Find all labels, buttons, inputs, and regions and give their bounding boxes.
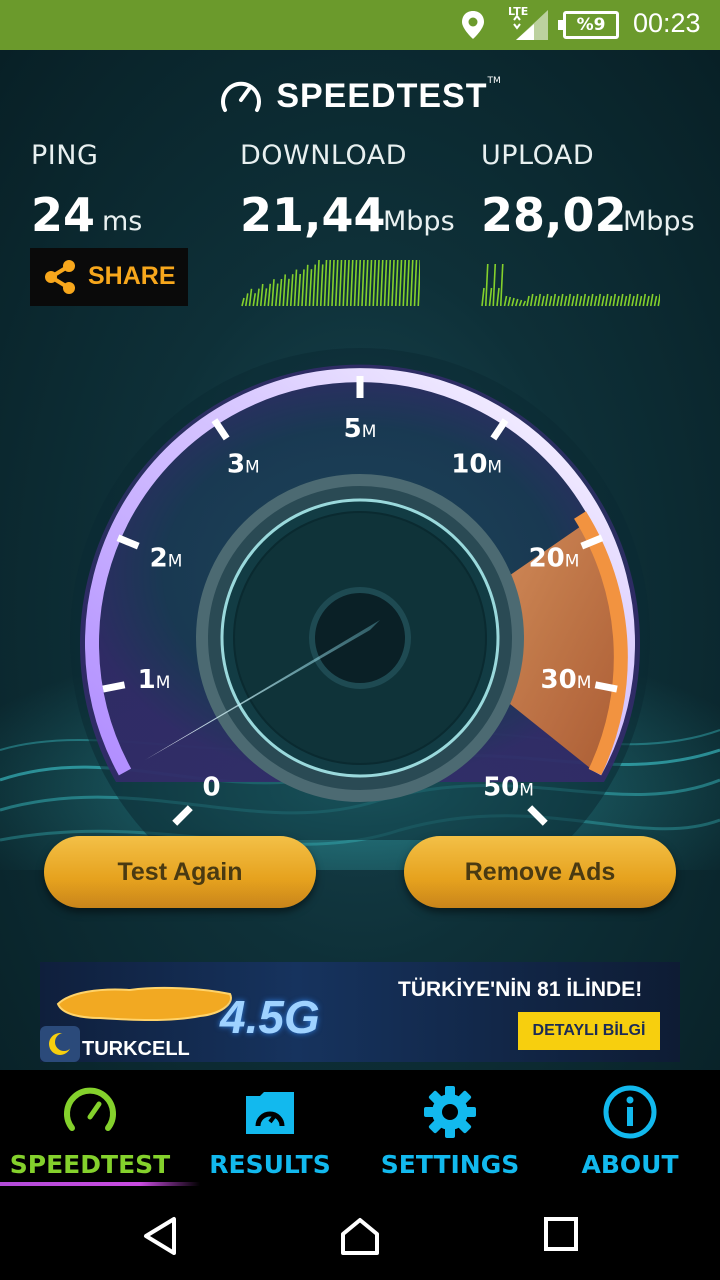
info-icon [603, 1085, 657, 1139]
home-icon[interactable] [340, 1216, 380, 1256]
speedtest-main: SPEEDTESTTM PING 24 ms DOWNLOAD 21,44 Mb… [0, 50, 720, 1070]
upload-label: UPLOAD [481, 140, 595, 171]
product-name: 4.5G [220, 991, 320, 1043]
tab-label: ABOUT [581, 1150, 679, 1179]
tab-settings[interactable]: SETTINGS [360, 1070, 540, 1186]
share-button[interactable]: SHARE [30, 248, 188, 306]
battery-level: %9 [576, 15, 606, 35]
ping-value: 24 [31, 188, 96, 242]
ping-label: PING [31, 140, 99, 171]
speedometer-logo-icon [221, 81, 262, 112]
tab-speedtest[interactable]: SPEEDTEST [0, 1070, 180, 1186]
upload-value: 28,02 [481, 188, 627, 242]
gear-icon [424, 1086, 476, 1138]
ad-banner[interactable]: 4.5G TÜRKİYE'NİN 81 İLİNDE! DETAYLI BİLG… [40, 962, 680, 1062]
gauge-tick [594, 681, 618, 693]
trademark: TM [487, 76, 501, 86]
battery-icon: %9 [558, 11, 619, 39]
system-navigation-bar [0, 1186, 720, 1280]
recents-icon[interactable] [543, 1216, 579, 1252]
ad-brand: TURKCELL [82, 1038, 190, 1060]
ad-cta-button[interactable]: DETAYLI BİLGİ [518, 1012, 660, 1050]
upload-sparkline [481, 263, 660, 307]
tab-results[interactable]: RESULTS [180, 1070, 360, 1186]
back-icon[interactable] [142, 1216, 178, 1256]
brand-name: SPEEDTEST [276, 76, 488, 115]
bottom-nav: SPEEDTEST RESULTS SETTINGS ABOUT [0, 1070, 720, 1186]
results-folder-icon [246, 1092, 294, 1134]
share-label: SHARE [88, 262, 176, 290]
speedtest-logo: SPEEDTESTTM [0, 76, 720, 116]
share-icon [45, 260, 75, 294]
location-icon [462, 11, 484, 39]
tab-about[interactable]: ABOUT [540, 1070, 720, 1186]
gauge-tick [102, 681, 126, 693]
gauge-tick-label: 0 [202, 772, 220, 802]
upload-unit: Mbps [623, 206, 695, 237]
status-bar: LTE %9 00:23 [0, 0, 720, 50]
ping-unit: ms [102, 206, 143, 237]
remove-ads-button[interactable]: Remove Ads [404, 836, 676, 908]
tab-label: RESULTS [209, 1150, 331, 1179]
ad-headline: TÜRKİYE'NİN 81 İLİNDE! [398, 978, 643, 1001]
turkey-map-image [56, 986, 232, 1021]
speed-gauge: 01M2M3M5M10M20M30M50M [70, 348, 650, 840]
download-value: 21,44 [240, 188, 386, 242]
tab-label: SPEEDTEST [9, 1150, 171, 1179]
signal-icon [513, 10, 548, 40]
turkcell-logo [40, 1026, 80, 1062]
tab-label: SETTINGS [380, 1150, 520, 1179]
download-sparkline [241, 259, 420, 307]
download-unit: Mbps [383, 206, 455, 237]
download-label: DOWNLOAD [240, 140, 408, 171]
speedometer-icon [64, 1087, 116, 1131]
clock: 00:23 [633, 8, 701, 38]
test-again-button[interactable]: Test Again [44, 836, 316, 908]
